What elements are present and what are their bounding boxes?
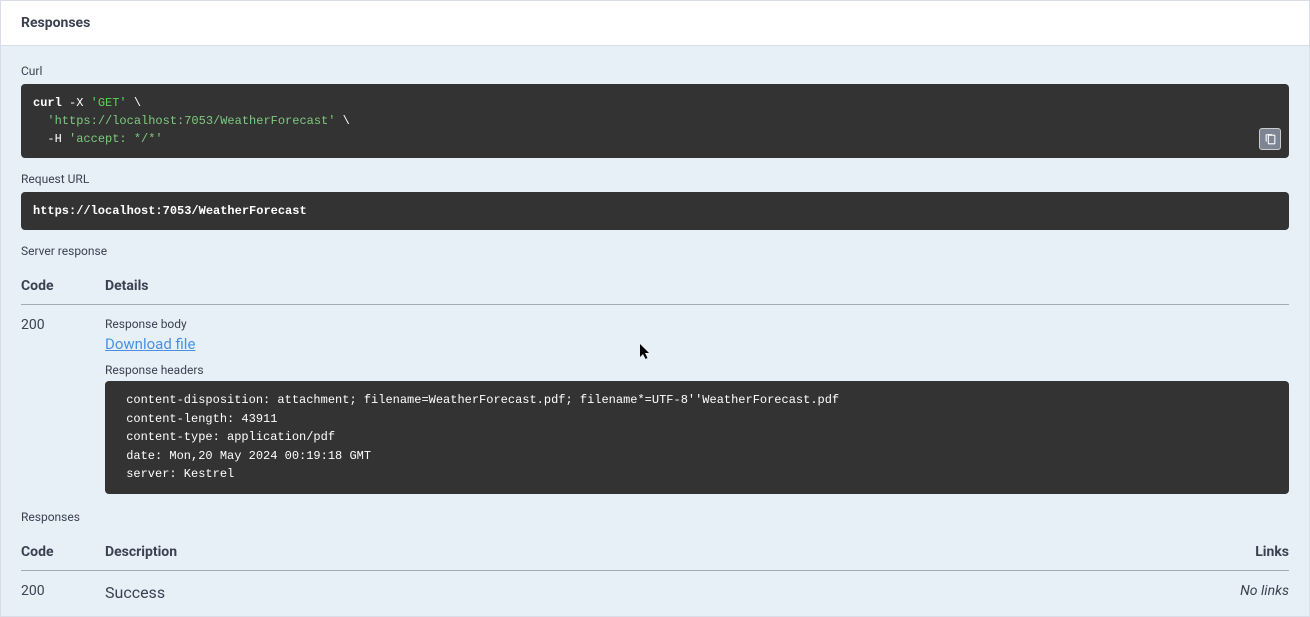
curl-indent2: -H — [33, 132, 69, 146]
response-body-label: Response body — [105, 317, 1289, 331]
copy-button[interactable] — [1259, 128, 1281, 150]
clipboard-icon — [1264, 133, 1277, 146]
curl-label: Curl — [21, 64, 1289, 78]
server-response-label: Server response — [21, 244, 1289, 268]
request-url-label: Request URL — [21, 172, 1289, 186]
request-url-code: https://localhost:7053/WeatherForecast — [21, 192, 1289, 230]
curl-cmd: curl — [33, 96, 62, 110]
details-header: Details — [105, 268, 1289, 305]
responses-panel: Responses Curl curl -X 'GET' \ 'https://… — [0, 0, 1310, 617]
curl-cont2: \ — [335, 114, 349, 128]
table-row: 200 Success No links — [21, 570, 1289, 616]
curl-code: curl -X 'GET' \ 'https://localhost:7053/… — [21, 84, 1289, 158]
curl-indent1 — [33, 114, 47, 128]
curl-method: 'GET' — [91, 96, 127, 110]
request-url-value: https://localhost:7053/WeatherForecast — [33, 204, 307, 218]
server-response-table: Code Details 200 Response body Download … — [21, 268, 1289, 508]
table-row: 200 Response body Download file Response… — [21, 305, 1289, 508]
code-header: Code — [21, 268, 105, 305]
code-header: Code — [21, 534, 105, 571]
response-headers-code: content-disposition: attachment; filenam… — [105, 381, 1289, 494]
panel-title: Responses — [1, 1, 1309, 46]
curl-url: 'https://localhost:7053/WeatherForecast' — [47, 114, 335, 128]
response-headers-label: Response headers — [105, 363, 1289, 377]
curl-accept: 'accept: */*' — [69, 132, 163, 146]
download-file-link[interactable]: Download file — [105, 335, 195, 353]
links-header: Links — [1205, 534, 1289, 571]
responses-label: Responses — [21, 508, 1289, 534]
curl-cont1: \ — [127, 96, 141, 110]
status-code: 200 — [21, 570, 105, 616]
status-code: 200 — [21, 305, 105, 508]
request-block: Curl curl -X 'GET' \ 'https://localhost:… — [1, 46, 1309, 616]
description-header: Description — [105, 534, 1205, 571]
response-links: No links — [1240, 583, 1289, 599]
curl-x: -X — [62, 96, 91, 110]
response-description: Success — [105, 583, 165, 602]
